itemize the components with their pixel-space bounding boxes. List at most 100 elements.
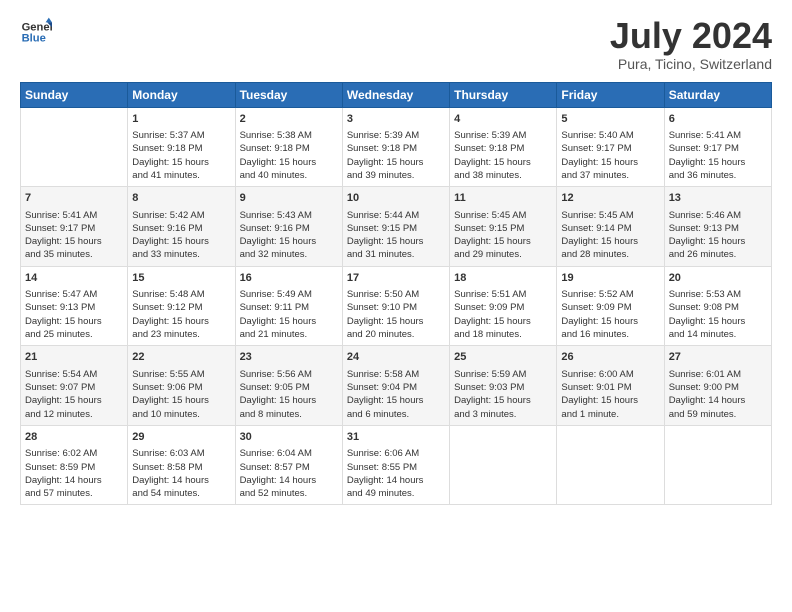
cell-w1-d7: 6Sunrise: 5:41 AMSunset: 9:17 PMDaylight… [664, 107, 771, 187]
day-info: and 16 minutes. [561, 329, 629, 340]
day-info: Sunset: 8:55 PM [347, 462, 417, 473]
week-row-3: 14Sunrise: 5:47 AMSunset: 9:13 PMDayligh… [21, 266, 772, 346]
cell-w4-d3: 23Sunrise: 5:56 AMSunset: 9:05 PMDayligh… [235, 346, 342, 426]
day-info: Sunset: 9:12 PM [132, 302, 202, 313]
cell-w2-d4: 10Sunrise: 5:44 AMSunset: 9:15 PMDayligh… [342, 187, 449, 267]
day-info: and 1 minute. [561, 409, 619, 420]
day-info: Daylight: 14 hours [347, 475, 424, 486]
subtitle: Pura, Ticino, Switzerland [610, 56, 772, 72]
day-number: 8 [132, 191, 230, 206]
logo: General Blue [20, 16, 52, 48]
day-number: 20 [669, 271, 767, 286]
day-info: and 33 minutes. [132, 249, 200, 260]
col-tuesday: Tuesday [235, 82, 342, 107]
cell-w5-d6 [557, 425, 664, 505]
day-number: 3 [347, 112, 445, 127]
day-info: Daylight: 15 hours [240, 236, 317, 247]
day-info: Daylight: 15 hours [454, 395, 531, 406]
day-number: 9 [240, 191, 338, 206]
cell-w3-d4: 17Sunrise: 5:50 AMSunset: 9:10 PMDayligh… [342, 266, 449, 346]
day-info: and 6 minutes. [347, 409, 409, 420]
day-info: Sunrise: 6:01 AM [669, 369, 741, 380]
day-info: Sunrise: 5:48 AM [132, 289, 204, 300]
cell-w3-d2: 15Sunrise: 5:48 AMSunset: 9:12 PMDayligh… [128, 266, 235, 346]
day-info: Daylight: 15 hours [132, 395, 209, 406]
day-number: 15 [132, 271, 230, 286]
cell-w1-d2: 1Sunrise: 5:37 AMSunset: 9:18 PMDaylight… [128, 107, 235, 187]
day-info: Sunset: 9:15 PM [454, 223, 524, 234]
cell-w2-d1: 7Sunrise: 5:41 AMSunset: 9:17 PMDaylight… [21, 187, 128, 267]
day-number: 13 [669, 191, 767, 206]
day-info: and 37 minutes. [561, 170, 629, 181]
logo-icon: General Blue [20, 16, 52, 48]
cell-w5-d1: 28Sunrise: 6:02 AMSunset: 8:59 PMDayligh… [21, 425, 128, 505]
day-info: Sunrise: 5:38 AM [240, 130, 312, 141]
day-info: and 40 minutes. [240, 170, 308, 181]
day-info: Sunset: 9:06 PM [132, 382, 202, 393]
cell-w1-d3: 2Sunrise: 5:38 AMSunset: 9:18 PMDaylight… [235, 107, 342, 187]
svg-text:Blue: Blue [22, 33, 46, 45]
day-info: Daylight: 14 hours [240, 475, 317, 486]
day-info: Sunrise: 5:45 AM [454, 210, 526, 221]
week-row-2: 7Sunrise: 5:41 AMSunset: 9:17 PMDaylight… [21, 187, 772, 267]
day-info: and 35 minutes. [25, 249, 93, 260]
cell-w2-d7: 13Sunrise: 5:46 AMSunset: 9:13 PMDayligh… [664, 187, 771, 267]
day-info: Daylight: 15 hours [25, 316, 102, 327]
day-info: and 54 minutes. [132, 488, 200, 499]
day-info: Sunrise: 6:00 AM [561, 369, 633, 380]
day-info: Daylight: 15 hours [25, 236, 102, 247]
day-info: and 28 minutes. [561, 249, 629, 260]
day-info: Sunrise: 5:41 AM [669, 130, 741, 141]
day-number: 4 [454, 112, 552, 127]
day-info: Daylight: 15 hours [347, 236, 424, 247]
day-number: 17 [347, 271, 445, 286]
day-info: Sunrise: 5:39 AM [347, 130, 419, 141]
cell-w4-d6: 26Sunrise: 6:00 AMSunset: 9:01 PMDayligh… [557, 346, 664, 426]
cell-w2-d2: 8Sunrise: 5:42 AMSunset: 9:16 PMDaylight… [128, 187, 235, 267]
col-sunday: Sunday [21, 82, 128, 107]
day-info: Sunrise: 5:46 AM [669, 210, 741, 221]
day-info: Sunset: 9:14 PM [561, 223, 631, 234]
day-number: 27 [669, 350, 767, 365]
day-info: Sunset: 9:13 PM [669, 223, 739, 234]
day-info: Daylight: 15 hours [132, 236, 209, 247]
day-info: Daylight: 15 hours [454, 316, 531, 327]
col-monday: Monday [128, 82, 235, 107]
day-info: Sunrise: 5:49 AM [240, 289, 312, 300]
cell-w4-d2: 22Sunrise: 5:55 AMSunset: 9:06 PMDayligh… [128, 346, 235, 426]
day-info: Sunset: 9:18 PM [240, 143, 310, 154]
calendar-table: Sunday Monday Tuesday Wednesday Thursday… [20, 82, 772, 506]
cell-w2-d5: 11Sunrise: 5:45 AMSunset: 9:15 PMDayligh… [450, 187, 557, 267]
day-info: and 49 minutes. [347, 488, 415, 499]
day-info: and 57 minutes. [25, 488, 93, 499]
day-number: 12 [561, 191, 659, 206]
day-info: Sunset: 8:58 PM [132, 462, 202, 473]
cell-w5-d4: 31Sunrise: 6:06 AMSunset: 8:55 PMDayligh… [342, 425, 449, 505]
day-info: and 10 minutes. [132, 409, 200, 420]
day-info: and 18 minutes. [454, 329, 522, 340]
day-info: Sunrise: 5:37 AM [132, 130, 204, 141]
day-number: 30 [240, 430, 338, 445]
day-info: Daylight: 15 hours [132, 157, 209, 168]
cell-w1-d5: 4Sunrise: 5:39 AMSunset: 9:18 PMDaylight… [450, 107, 557, 187]
col-saturday: Saturday [664, 82, 771, 107]
day-info: Sunset: 9:16 PM [132, 223, 202, 234]
day-number: 6 [669, 112, 767, 127]
cell-w3-d7: 20Sunrise: 5:53 AMSunset: 9:08 PMDayligh… [664, 266, 771, 346]
cell-w5-d2: 29Sunrise: 6:03 AMSunset: 8:58 PMDayligh… [128, 425, 235, 505]
week-row-1: 1Sunrise: 5:37 AMSunset: 9:18 PMDaylight… [21, 107, 772, 187]
day-info: Sunset: 9:11 PM [240, 302, 310, 313]
day-info: Daylight: 15 hours [561, 236, 638, 247]
day-info: and 59 minutes. [669, 409, 737, 420]
cell-w4-d1: 21Sunrise: 5:54 AMSunset: 9:07 PMDayligh… [21, 346, 128, 426]
day-info: and 25 minutes. [25, 329, 93, 340]
day-number: 5 [561, 112, 659, 127]
day-info: Daylight: 15 hours [561, 157, 638, 168]
day-number: 23 [240, 350, 338, 365]
day-info: and 21 minutes. [240, 329, 308, 340]
page: General Blue July 2024 Pura, Ticino, Swi… [0, 0, 792, 515]
day-info: Sunset: 9:09 PM [454, 302, 524, 313]
day-info: Sunset: 9:03 PM [454, 382, 524, 393]
col-friday: Friday [557, 82, 664, 107]
day-info: Sunrise: 6:04 AM [240, 448, 312, 459]
